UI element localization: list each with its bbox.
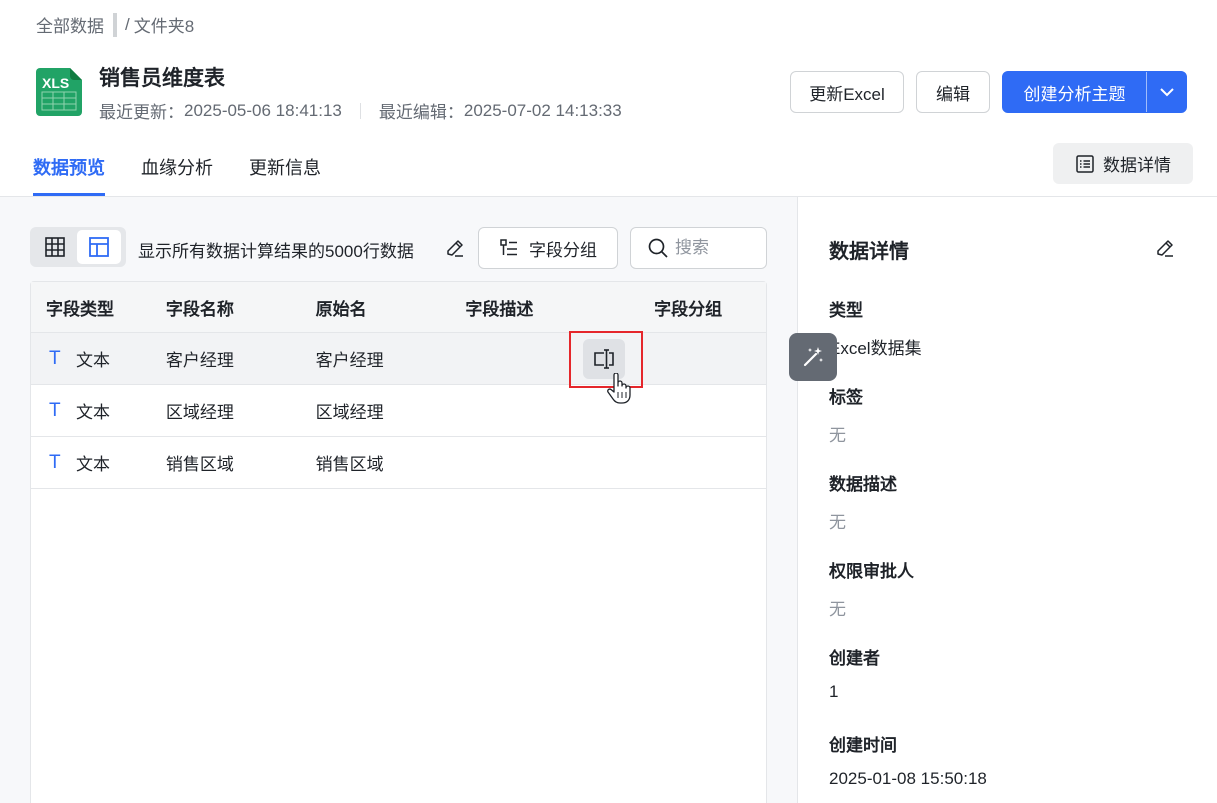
type-cell: T 文本 [31,346,166,371]
last-edited-label: 最近编辑： [378,103,464,122]
detail-value: Excel数据集 [829,339,922,358]
type-cell: T 文本 [31,450,166,475]
col-field-group: 字段分组 [654,299,723,319]
breadcrumb-divider [113,12,117,37]
page-title: 销售员维度表 [99,67,225,90]
detail-label: 类型 [829,301,863,320]
detail-field-creator: 创建者 1 [829,644,880,702]
field-name: 区域经理 [165,403,234,422]
detail-value: 无 [829,426,846,445]
breadcrumb-separator: / [125,14,130,34]
detail-field-type: 类型 Excel数据集 [829,296,922,359]
breadcrumb-current[interactable]: 文件夹8 [134,12,194,37]
view-toggle [30,227,126,267]
type-cell: T 文本 [31,398,166,423]
breadcrumb-root[interactable]: 全部数据 [36,12,104,37]
search-icon [648,238,668,258]
tab-update-info[interactable]: 更新信息 [249,154,321,196]
data-preview-panel: 显示所有数据计算结果的5000行数据 字段分组 字段类型 字段名称 原始名 字段… [0,197,797,803]
detail-label: 标签 [829,388,863,407]
detail-label: 权限审批人 [829,562,914,581]
last-edited-value: 2025-07-02 14:13:33 [463,100,622,120]
field-view-button[interactable] [77,230,121,264]
detail-value: 2025-01-08 15:50:18 [829,769,987,788]
text-type-icon: T [49,451,61,473]
tab-data-preview[interactable]: 数据预览 [33,154,105,196]
group-icon [500,239,517,256]
last-updated-label: 最近更新： [99,103,184,122]
search-input[interactable] [675,238,755,258]
detail-label: 创建者 [829,649,880,668]
chevron-down-icon [1159,88,1174,97]
detail-panel-title: 数据详情 [829,241,909,263]
detail-value: 无 [829,600,846,619]
grid-icon [45,237,65,257]
field-group-button[interactable]: 字段分组 [478,227,618,269]
detail-label: 数据描述 [829,475,897,494]
text-type-icon: T [49,347,61,369]
detail-field-created-time: 创建时间 2025-01-08 15:50:18 [829,731,987,789]
original-name: 销售区域 [315,455,384,474]
original-name: 区域经理 [315,403,384,422]
summary-edit-icon[interactable] [444,237,466,264]
update-excel-button[interactable]: 更新Excel [790,71,904,113]
meta-info: 最近更新： 2025-05-06 18:41:13 最近编辑： 2025-07-… [99,98,622,123]
last-updated-value: 2025-05-06 18:41:13 [184,100,342,120]
grid-view-button[interactable] [33,230,77,264]
tab-lineage[interactable]: 血缘分析 [141,154,213,196]
table-row[interactable]: T 文本 区域经理 区域经理 [31,385,766,437]
edit-details-icon[interactable] [1154,237,1176,264]
text-type-icon: T [49,399,61,421]
summary-text: 显示所有数据计算结果的5000行数据 [138,242,414,261]
detail-field-approver: 权限审批人 无 [829,557,914,620]
col-original-name: 原始名 [315,299,367,319]
data-detail-label: 数据详情 [1103,156,1171,175]
detail-field-description: 数据描述 无 [829,470,897,533]
data-detail-button[interactable]: 数据详情 [1053,143,1193,184]
detail-value: 无 [829,513,846,532]
col-field-type: 字段类型 [46,299,114,319]
field-name: 销售区域 [165,455,234,474]
col-field-description: 字段描述 [465,299,534,319]
tab-bar: 数据预览 血缘分析 更新信息 [33,154,357,196]
field-name: 客户经理 [165,351,234,370]
list-icon [1076,154,1094,173]
detail-field-tags: 标签 无 [829,383,863,446]
field-type: 文本 [76,403,110,422]
magic-wand-button[interactable] [789,333,837,381]
magic-wand-icon [803,347,823,367]
svg-text:XLS: XLS [42,75,69,91]
create-topic-button[interactable]: 创建分析主题 [1003,72,1146,112]
text-cursor-icon [594,349,614,369]
meta-divider [359,102,361,119]
col-field-name: 字段名称 [165,299,234,319]
field-type: 文本 [76,351,110,370]
detail-panel: 数据详情 类型 Excel数据集 标签 无 数据描述 无 权限审批人 无 创建者… [797,197,1217,803]
excel-file-icon: XLS [36,68,82,116]
field-group-label: 字段分组 [529,240,597,260]
create-topic-split-button: 创建分析主题 [1002,71,1187,113]
search-box [630,227,767,269]
table-row[interactable]: T 文本 销售区域 销售区域 [31,437,766,489]
edit-button[interactable]: 编辑 [916,71,990,113]
breadcrumb: 全部数据 / 文件夹8 [36,12,194,37]
detail-value: 1 [829,682,839,701]
detail-label: 创建时间 [829,736,897,755]
create-topic-dropdown[interactable] [1147,72,1186,112]
field-table: 字段类型 字段名称 原始名 字段描述 字段分组 T 文本 客户经理 客户经理 T… [30,281,767,803]
table-row[interactable]: T 文本 客户经理 客户经理 [31,331,766,404]
table-header: 字段类型 字段名称 原始名 字段描述 字段分组 [31,282,766,333]
layout-icon [89,237,109,257]
field-type: 文本 [76,455,110,474]
original-name: 客户经理 [315,351,384,370]
